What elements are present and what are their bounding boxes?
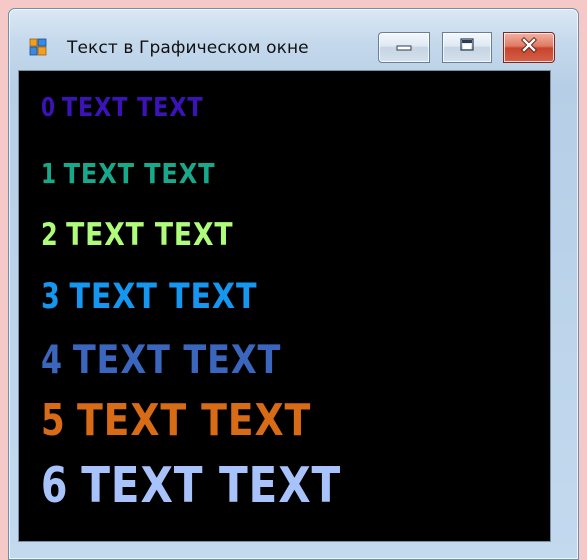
app-window: Текст в Графическом окне 0 TEXT TEXT 1 T… (8, 8, 579, 560)
close-button[interactable] (503, 32, 555, 63)
line-text: TEXT TEXT (66, 217, 234, 253)
app-icon (29, 38, 47, 56)
line-text: TEXT TEXT (61, 93, 204, 123)
line-text: TEXT TEXT (63, 157, 216, 190)
line-text: TEXT TEXT (69, 277, 258, 317)
line-number: 2 (41, 217, 58, 253)
line-text: TEXT TEXT (81, 457, 342, 514)
minimize-button[interactable] (378, 32, 430, 63)
line-number: 5 (41, 395, 65, 446)
line-number: 4 (41, 338, 62, 383)
text-line-2: 2 TEXT TEXT (41, 220, 233, 251)
text-line-3: 3 TEXT TEXT (41, 280, 257, 315)
title-bar[interactable]: Текст в Графическом окне (9, 9, 578, 71)
text-line-6: 6 TEXT TEXT (41, 461, 341, 510)
text-line-0: 0 TEXT TEXT (41, 95, 203, 121)
minimize-icon (394, 39, 414, 57)
close-icon (519, 37, 539, 58)
graphics-canvas: 0 TEXT TEXT 1 TEXT TEXT 2 TEXT TEXT 3 TE… (18, 70, 551, 542)
maximize-button[interactable] (442, 32, 492, 63)
text-line-4: 4 TEXT TEXT (41, 341, 281, 380)
line-number: 1 (41, 157, 56, 190)
line-number: 6 (41, 457, 67, 514)
window-title: Текст в Графическом окне (67, 38, 309, 58)
line-number: 0 (41, 93, 55, 123)
line-text: TEXT TEXT (77, 395, 312, 446)
text-line-1: 1 TEXT TEXT (41, 160, 215, 188)
line-number: 3 (41, 277, 60, 317)
text-line-5: 5 TEXT TEXT (41, 399, 311, 443)
maximize-icon (458, 37, 476, 58)
line-text: TEXT TEXT (72, 338, 282, 383)
